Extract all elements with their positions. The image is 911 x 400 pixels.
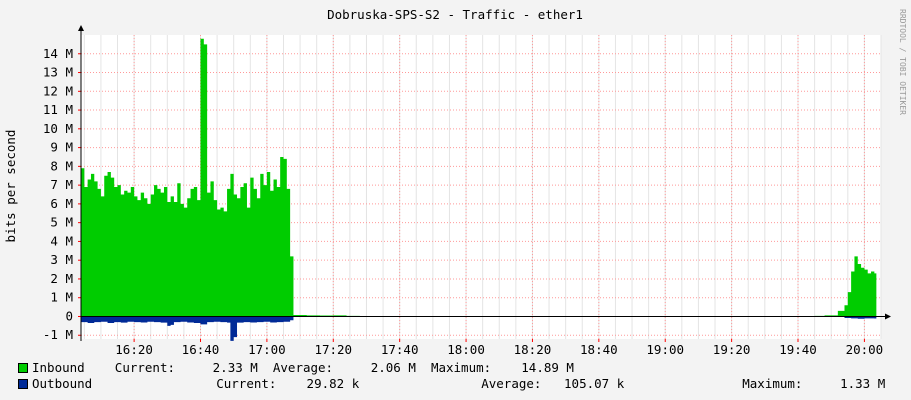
y-tick-label: 5 M [50,215,73,230]
inbound-average-label: Average: [272,360,334,375]
inbound-maximum-value: 14.89 M [521,360,574,375]
chart-svg: 16:20 16:40 17:00 17:20 17:40 18:00 18:20 18:40… [0,0,911,360]
inbound-label: Inbound [32,360,85,375]
inbound-average-value: 2.06 M [370,360,416,375]
y-tick-label: 11 M [43,102,73,117]
inbound-current-value: 2.33 M [212,360,258,375]
traffic-chart: 16:20 16:40 17:00 17:20 17:40 18:00 18:20 18:40… [0,0,911,400]
y-tick-label: -1 M [43,327,73,342]
x-tick-label: 20:00 [846,342,884,357]
y-tick-label: 13 M [43,65,73,80]
x-tick-label: 17:40 [381,342,419,357]
x-tick-label: 19:00 [646,342,684,357]
legend-inbound: Inbound Current: 2.33 M Average: 2.06 M … [18,360,574,375]
y-tick-label: 9 M [50,140,73,155]
watermark: RRDTOOL / TOBI OETIKER [898,9,907,115]
outbound-current-label: Current: [216,376,277,391]
inbound-current-label: Current: [114,360,176,375]
y-tick-label: 3 M [50,252,73,267]
outbound-maximum-label: Maximum: [742,376,803,391]
y-tick-label: 6 M [50,196,73,211]
y-axis-label: bits per second [3,130,18,243]
legend-outbound: Outbound Current: 29.82 k Average: 105.07 … [18,376,908,391]
y-tick-label: 8 M [50,158,73,173]
x-tick-label: 17:20 [314,342,352,357]
y-tick-label: 1 M [50,290,73,305]
outbound-swatch [18,378,28,389]
inbound-maximum-label: Maximum: [430,360,492,375]
x-tick-label: 16:40 [182,342,220,357]
x-tick-label: 17:00 [248,342,286,357]
x-tick-label: 16:20 [115,342,153,357]
y-tick-label: 12 M [43,83,73,98]
y-tick-label: 4 M [50,233,73,248]
y-tick-label: 14 M [43,46,73,61]
inbound-swatch [18,362,28,373]
x-tick-label: 19:20 [713,342,751,357]
y-tick-label: 2 M [50,271,73,286]
y-tick-label: 0 [65,308,73,323]
y-tick-label: 7 M [50,177,73,192]
outbound-label: Outbound [32,376,93,391]
chart-title: Dobruska-SPS-S2 - Traffic - ether1 [327,7,583,22]
outbound-current-value: 29.82 k [306,376,360,391]
x-tick-label: 19:40 [779,342,817,357]
x-tick-label: 18:40 [580,342,618,357]
y-tick-label: 10 M [43,121,73,136]
outbound-average-label: Average: [481,376,542,391]
x-tick-label: 18:20 [514,342,552,357]
outbound-maximum-value: 1.33 M [840,376,886,391]
outbound-average-value: 105.07 k [564,376,625,391]
x-tick-label: 18:00 [447,342,485,357]
